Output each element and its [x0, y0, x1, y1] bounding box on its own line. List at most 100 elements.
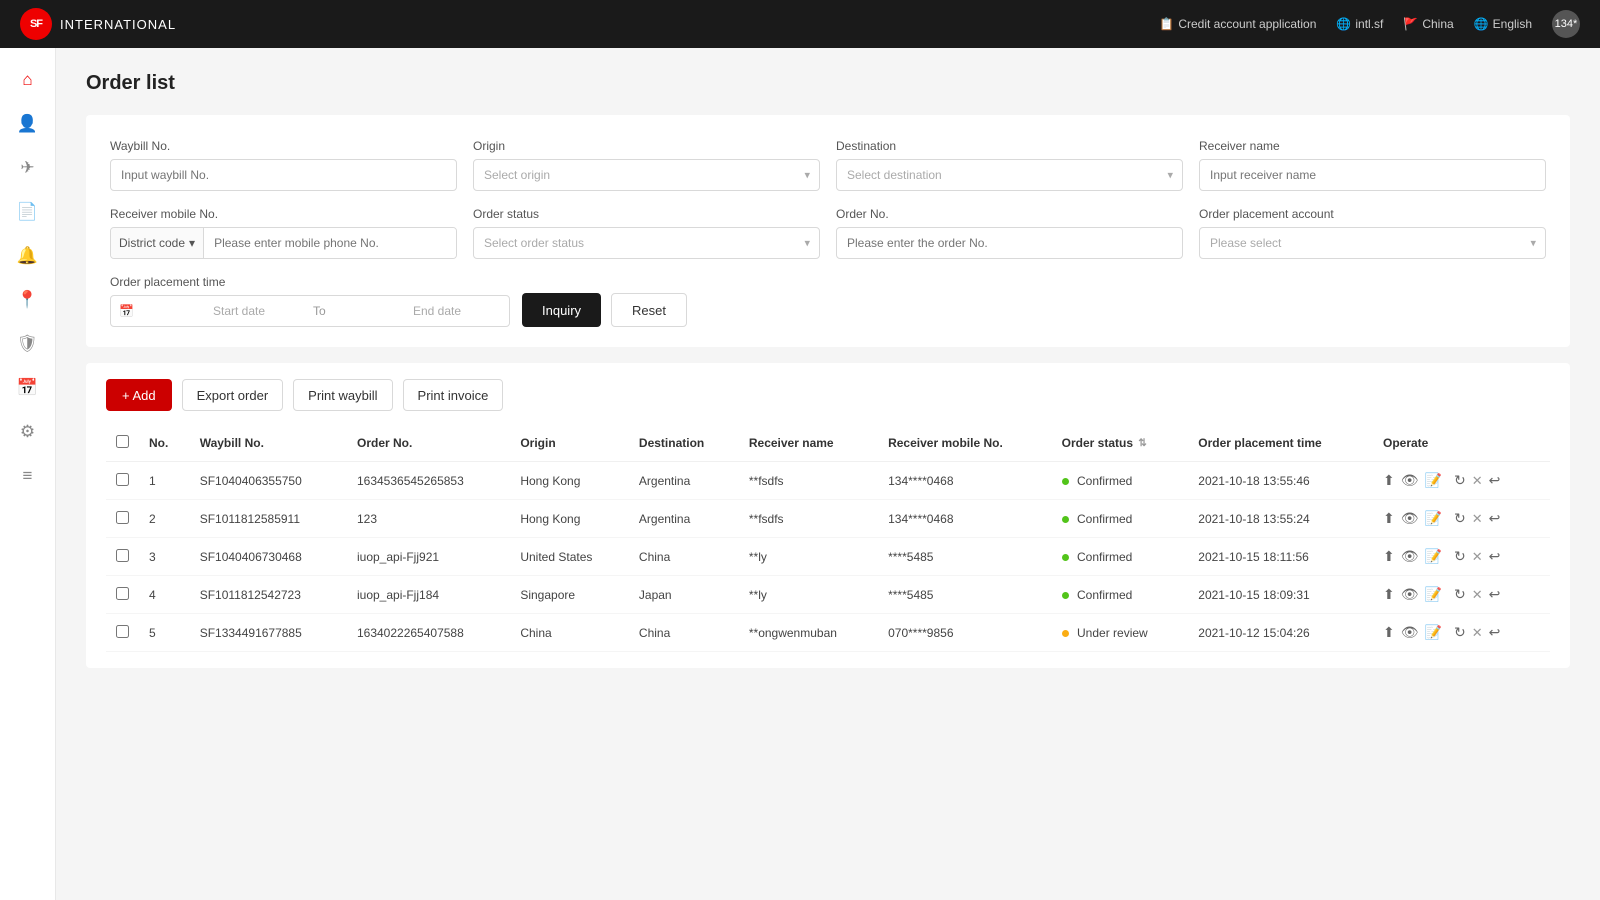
sidebar-item-home[interactable]: ⌂	[8, 60, 48, 100]
edit-icon[interactable]: 📝	[1425, 472, 1442, 489]
waybill-no-label: Waybill No.	[110, 139, 457, 153]
cell-waybill-no: SF1334491677885	[190, 614, 347, 652]
delete-icon[interactable]: ✕	[1472, 511, 1483, 527]
view-icon[interactable]: 👁	[1401, 586, 1419, 603]
view-icon[interactable]: 👁	[1401, 548, 1419, 565]
row-checkbox[interactable]	[116, 549, 129, 562]
order-placement-account-select[interactable]: Please select	[1199, 227, 1546, 259]
col-header-receiver-name: Receiver name	[739, 425, 878, 462]
sidebar-item-document[interactable]: 📄	[8, 192, 48, 232]
cell-operate: ⬆ 👁 📝 ↻ ✕ ↩	[1373, 500, 1550, 538]
col-header-origin: Origin	[510, 425, 629, 462]
delete-icon[interactable]: ✕	[1472, 625, 1483, 641]
language-globe-icon: 🌐	[1474, 17, 1489, 31]
upload-icon[interactable]: ⬆	[1383, 472, 1395, 489]
origin-select[interactable]: Select origin	[473, 159, 820, 191]
inquiry-button[interactable]: Inquiry	[522, 293, 601, 327]
row-checkbox[interactable]	[116, 473, 129, 486]
waybill-no-input[interactable]	[110, 159, 457, 191]
view-icon[interactable]: 👁	[1401, 624, 1419, 641]
row-checkbox[interactable]	[116, 511, 129, 524]
sync-icon[interactable]: ↻	[1454, 548, 1466, 565]
destination-select[interactable]: Select destination	[836, 159, 1183, 191]
language-link[interactable]: 🌐 English	[1474, 17, 1532, 31]
cell-origin: Singapore	[510, 576, 629, 614]
receiver-name-label: Receiver name	[1199, 139, 1546, 153]
row-checkbox-cell	[106, 462, 139, 500]
edit-icon[interactable]: 📝	[1425, 586, 1442, 603]
share-icon[interactable]: ↩	[1489, 586, 1501, 603]
cell-receiver-name: **ly	[739, 538, 878, 576]
start-date-placeholder: Start date	[213, 304, 301, 318]
edit-icon[interactable]: 📝	[1425, 624, 1442, 641]
intlsf-link[interactable]: 🌐 intl.sf	[1336, 17, 1383, 31]
mobile-number-input[interactable]	[204, 228, 456, 258]
delete-icon[interactable]: ✕	[1472, 549, 1483, 565]
delete-icon[interactable]: ✕	[1472, 587, 1483, 603]
sidebar-item-security[interactable]: 🛡	[8, 324, 48, 364]
share-icon[interactable]: ↩	[1489, 510, 1501, 527]
sidebar-item-user[interactable]: 👤	[8, 104, 48, 144]
waybill-no-field: Waybill No.	[110, 139, 457, 191]
china-link[interactable]: 🚩 China	[1403, 17, 1453, 31]
export-order-button[interactable]: Export order	[182, 379, 284, 411]
view-icon[interactable]: 👁	[1401, 510, 1419, 527]
edit-icon[interactable]: 📝	[1425, 510, 1442, 527]
order-no-input[interactable]	[836, 227, 1183, 259]
operate-cell: ⬆ 👁 📝 ↻ ✕ ↩	[1383, 586, 1540, 603]
row-checkbox[interactable]	[116, 625, 129, 638]
delete-icon[interactable]: ✕	[1472, 473, 1483, 489]
date-range-input[interactable]: 📅 Start date To End date	[110, 295, 510, 327]
upload-icon[interactable]: ⬆	[1383, 624, 1395, 641]
sidebar-item-settings[interactable]: ⚙	[8, 412, 48, 452]
sidebar-item-menu[interactable]: ≡	[8, 456, 48, 496]
upload-icon[interactable]: ⬆	[1383, 586, 1395, 603]
reset-button[interactable]: Reset	[611, 293, 687, 327]
sidebar-item-shipping[interactable]: ✈	[8, 148, 48, 188]
order-placement-account-label: Order placement account	[1199, 207, 1546, 221]
table-header-row: No. Waybill No. Order No. Origin Destina…	[106, 425, 1550, 462]
receiver-name-input[interactable]	[1199, 159, 1546, 191]
cell-order-status: Confirmed	[1052, 462, 1189, 500]
cell-receiver-mobile: 070****9856	[878, 614, 1052, 652]
top-navigation: SF INTERNATIONAL 📋 Credit account applic…	[0, 0, 1600, 48]
sync-icon[interactable]: ↻	[1454, 472, 1466, 489]
cell-waybill-no: SF1040406355750	[190, 462, 347, 500]
row-checkbox-cell	[106, 500, 139, 538]
cell-origin: Hong Kong	[510, 500, 629, 538]
sidebar-item-location[interactable]: 📍	[8, 280, 48, 320]
sidebar-item-notification[interactable]: 🔔	[8, 236, 48, 276]
sync-icon[interactable]: ↻	[1454, 624, 1466, 641]
add-button[interactable]: + Add	[106, 379, 172, 411]
edit-icon[interactable]: 📝	[1425, 548, 1442, 565]
upload-icon[interactable]: ⬆	[1383, 548, 1395, 565]
district-chevron-icon: ▾	[189, 236, 195, 250]
sync-icon[interactable]: ↻	[1454, 586, 1466, 603]
sync-icon[interactable]: ↻	[1454, 510, 1466, 527]
view-icon[interactable]: 👁	[1401, 472, 1419, 489]
share-icon[interactable]: ↩	[1489, 624, 1501, 641]
upload-icon[interactable]: ⬆	[1383, 510, 1395, 527]
status-text: Confirmed	[1077, 474, 1132, 488]
credit-account-link[interactable]: 📋 Credit account application	[1159, 17, 1316, 31]
cell-order-no: 1634022265407588	[347, 614, 510, 652]
select-all-checkbox[interactable]	[116, 435, 129, 448]
print-invoice-button[interactable]: Print invoice	[403, 379, 504, 411]
order-status-select[interactable]: Select order status	[473, 227, 820, 259]
operate-cell: ⬆ 👁 📝 ↻ ✕ ↩	[1383, 548, 1540, 565]
share-icon[interactable]: ↩	[1489, 548, 1501, 565]
table-card: + Add Export order Print waybill Print i…	[86, 363, 1570, 668]
phone-input-group: District code ▾	[110, 227, 457, 259]
order-no-field: Order No.	[836, 207, 1183, 259]
user-avatar[interactable]: 134*	[1552, 10, 1580, 38]
cell-operate: ⬆ 👁 📝 ↻ ✕ ↩	[1373, 462, 1550, 500]
sidebar-item-calendar[interactable]: 📅	[8, 368, 48, 408]
cell-destination: Argentina	[629, 462, 739, 500]
cell-order-placement-time: 2021-10-15 18:09:31	[1188, 576, 1373, 614]
district-code-selector[interactable]: District code ▾	[111, 228, 204, 258]
header-checkbox-cell	[106, 425, 139, 462]
share-icon[interactable]: ↩	[1489, 472, 1501, 489]
print-waybill-button[interactable]: Print waybill	[293, 379, 392, 411]
cell-no: 3	[139, 538, 190, 576]
row-checkbox[interactable]	[116, 587, 129, 600]
